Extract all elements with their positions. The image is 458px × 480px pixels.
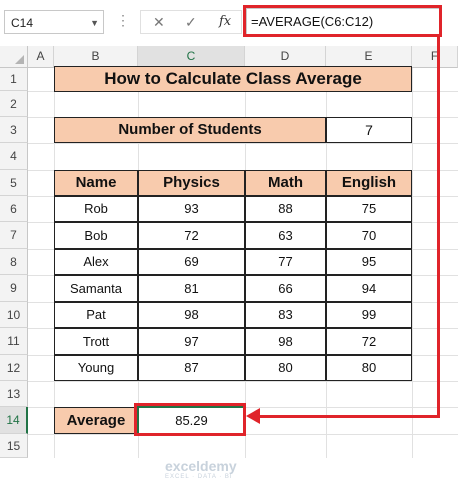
header-name[interactable]: Name [54, 170, 138, 196]
watermark-tagline: EXCEL · DATA · BI [165, 474, 233, 480]
cell-math[interactable]: 88 [245, 196, 326, 222]
row-header-7[interactable]: 7 [0, 222, 28, 249]
cell-english[interactable]: 99 [326, 302, 412, 328]
cell-physics[interactable]: 98 [138, 302, 245, 328]
row-header-8[interactable]: 8 [0, 249, 28, 275]
cell-physics[interactable]: 72 [138, 222, 245, 249]
students-value-cell[interactable]: 7 [326, 117, 412, 143]
cell-name[interactable]: Pat [54, 302, 138, 328]
row-header-15[interactable]: 15 [0, 434, 28, 458]
cell-name[interactable]: Samanta [54, 275, 138, 302]
cell-math[interactable]: 80 [245, 355, 326, 381]
cell-name[interactable]: Young [54, 355, 138, 381]
students-label-cell[interactable]: Number of Students [54, 117, 326, 143]
cell-math[interactable]: 77 [245, 249, 326, 275]
arrow-head-icon [246, 408, 260, 424]
row-header-1[interactable]: 1 [0, 68, 28, 91]
cell-math[interactable]: 63 [245, 222, 326, 249]
watermark-logo: exceldemy EXCEL · DATA · BI [165, 458, 237, 480]
cell-name[interactable]: Trott [54, 328, 138, 355]
gridline [28, 143, 458, 144]
cell-physics[interactable]: 69 [138, 249, 245, 275]
cell-physics[interactable]: 93 [138, 196, 245, 222]
cell-english[interactable]: 70 [326, 222, 412, 249]
callout-arrow-line [437, 37, 440, 418]
col-header-c[interactable]: C [138, 46, 245, 68]
name-box-value: C14 [11, 16, 34, 30]
formula-bar: C14 ▼ ⋮ ✕ ✓ fx =AVERAGE(C6:C12) [0, 0, 458, 46]
enter-icon[interactable]: ✓ [185, 14, 197, 31]
formula-highlight-box [243, 5, 442, 37]
col-header-f[interactable]: F [412, 46, 458, 68]
cell-math[interactable]: 83 [245, 302, 326, 328]
row-header-6[interactable]: 6 [0, 196, 28, 222]
cell-physics[interactable]: 97 [138, 328, 245, 355]
cell-math[interactable]: 98 [245, 328, 326, 355]
sheet-title[interactable]: How to Calculate Class Average [54, 66, 412, 92]
gridline [412, 68, 413, 458]
cell-name[interactable]: Bob [54, 222, 138, 249]
col-header-b[interactable]: B [54, 46, 138, 68]
average-label-cell[interactable]: Average [54, 407, 138, 434]
cell-english[interactable]: 72 [326, 328, 412, 355]
chevron-down-icon[interactable]: ▼ [90, 11, 99, 35]
header-physics[interactable]: Physics [138, 170, 245, 196]
row-header-11[interactable]: 11 [0, 328, 28, 355]
row-header-13[interactable]: 13 [0, 381, 28, 407]
cell-english[interactable]: 80 [326, 355, 412, 381]
row-header-5[interactable]: 5 [0, 170, 28, 196]
cancel-icon[interactable]: ✕ [153, 14, 165, 31]
cell-math[interactable]: 66 [245, 275, 326, 302]
fx-icon[interactable]: fx [219, 14, 231, 29]
header-math[interactable]: Math [245, 170, 326, 196]
row-header-2[interactable]: 2 [0, 91, 28, 117]
gridline [28, 381, 458, 382]
row-header-12[interactable]: 12 [0, 355, 28, 381]
cell-english[interactable]: 75 [326, 196, 412, 222]
more-options-icon[interactable]: ⋮ [116, 12, 130, 29]
formula-buttons: ✕ ✓ fx [140, 10, 242, 34]
cell-name[interactable]: Alex [54, 249, 138, 275]
row-header-3[interactable]: 3 [0, 117, 28, 143]
worksheet-grid[interactable]: A B C D E F 1 2 3 4 5 6 7 8 9 10 11 12 1… [0, 37, 458, 480]
name-box[interactable]: C14 ▼ [4, 10, 104, 34]
watermark-brand: exceldemy [165, 458, 237, 474]
col-header-a[interactable]: A [28, 46, 54, 68]
select-all-corner[interactable] [0, 46, 28, 68]
cell-physics[interactable]: 81 [138, 275, 245, 302]
cell-name[interactable]: Rob [54, 196, 138, 222]
callout-arrow-line [258, 415, 440, 418]
row-header-10[interactable]: 10 [0, 302, 28, 328]
row-header-4[interactable]: 4 [0, 143, 28, 170]
col-header-e[interactable]: E [326, 46, 412, 68]
header-english[interactable]: English [326, 170, 412, 196]
col-header-d[interactable]: D [245, 46, 326, 68]
row-header-14[interactable]: 14 [0, 407, 28, 434]
result-highlight-box [134, 403, 246, 436]
cell-physics[interactable]: 87 [138, 355, 245, 381]
cell-english[interactable]: 94 [326, 275, 412, 302]
row-header-9[interactable]: 9 [0, 275, 28, 302]
cell-english[interactable]: 95 [326, 249, 412, 275]
